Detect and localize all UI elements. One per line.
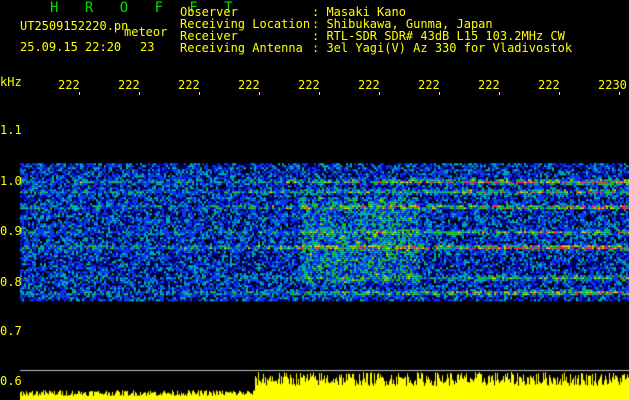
time-tick-mark xyxy=(199,92,200,95)
freq-tick: 0.6 xyxy=(0,374,22,388)
time-tick: 2225 xyxy=(298,79,319,91)
antenna-value: 3el Yagi(V) Az 330 for Vladivostok xyxy=(326,41,573,55)
time-tick-mark xyxy=(79,92,80,95)
info-label: Receiving Antenna xyxy=(180,41,303,55)
time-tick-mark xyxy=(439,92,440,95)
freq-tick: 0.7 xyxy=(0,324,22,338)
time-tick-mark xyxy=(319,92,320,95)
freq-tick: 0.9 xyxy=(0,224,22,238)
freq-tick: 1.1 xyxy=(0,123,22,137)
time-tick: 2227 xyxy=(418,79,439,91)
freq-unit: kHz xyxy=(0,75,22,89)
info-value: : 3el Yagi(V) Az 330 for Vladivostok xyxy=(312,41,573,55)
file-name: UT2509152220.pn xyxy=(20,19,129,33)
time-tick-mark xyxy=(259,92,260,95)
time-tick: 2230 xyxy=(598,79,627,91)
time-tick-mark xyxy=(499,92,500,95)
time-tick: 2229 xyxy=(538,79,559,91)
mode-label: meteor xyxy=(124,25,168,39)
time-tick: 2228 xyxy=(478,79,499,91)
time-tick-mark xyxy=(139,92,140,95)
time-tick: 2222 xyxy=(118,79,139,91)
time-tick: 2223 xyxy=(178,79,199,91)
time-tick: 2226 xyxy=(358,79,379,91)
time-tick-mark xyxy=(559,92,560,95)
time-tick-mark xyxy=(379,92,380,95)
spectrogram xyxy=(0,0,629,400)
datetime: 25.09.15 22:20 xyxy=(20,40,122,54)
time-tick: 2224 xyxy=(238,79,259,91)
freq-tick: 1.0 xyxy=(0,174,22,188)
freq-tick: 0.8 xyxy=(0,275,22,289)
count: 23 xyxy=(140,40,155,54)
time-tick-mark xyxy=(619,92,620,95)
time-tick: 2221 xyxy=(58,79,79,91)
